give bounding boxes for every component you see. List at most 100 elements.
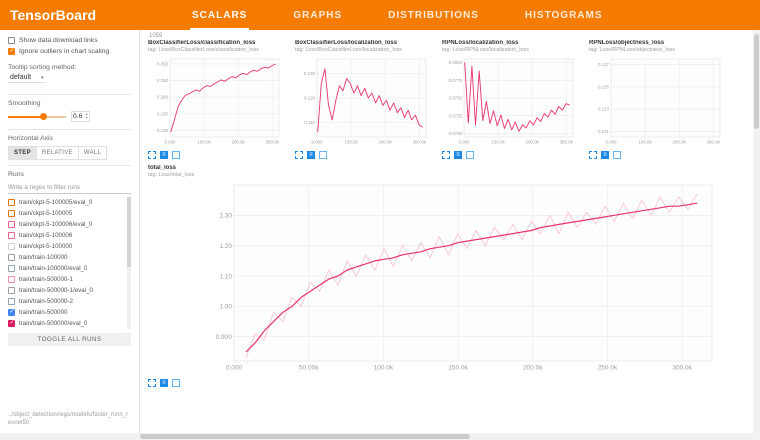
runs-scrollbar-thumb[interactable]: [127, 197, 131, 267]
svg-text:0.000: 0.000: [226, 365, 243, 372]
run-selector-icon[interactable]: ≡: [307, 151, 315, 159]
svg-text:1.00: 1.00: [219, 304, 232, 311]
svg-text:0.000: 0.000: [606, 139, 618, 144]
fit-domain-icon[interactable]: [466, 151, 474, 159]
horizontal-scrollbar-thumb[interactable]: [140, 434, 470, 439]
run-item[interactable]: train/ckpt-5-100005: [8, 208, 124, 219]
svg-text:0.127: 0.127: [598, 62, 610, 67]
rpn-localization-loss-chart[interactable]: 0.07000.07250.07500.07750.08000.000100.0…: [442, 55, 578, 149]
chart-tag: tag: Loss/RPNLoss/localization_loss: [442, 47, 580, 53]
chart-toolbar: ≡: [148, 151, 286, 159]
classification-loss-chart[interactable]: 0.1000.1500.2000.2500.3000.000100.0k200.…: [148, 55, 284, 149]
svg-text:0.100: 0.100: [157, 128, 169, 133]
svg-text:0.0750: 0.0750: [449, 95, 463, 100]
run-item[interactable]: train/ckpt-5-100000: [8, 241, 124, 252]
dropdown-caret-icon: ▾: [41, 75, 44, 81]
svg-text:0.150: 0.150: [157, 111, 169, 116]
tab-distributions[interactable]: DISTRIBUTIONS: [386, 1, 481, 30]
fit-domain-icon[interactable]: [319, 151, 327, 159]
svg-text:100.0k: 100.0k: [638, 139, 652, 144]
runs-list: train/ckpt-5-100005/eval_0 train/ckpt-5-…: [8, 197, 131, 329]
svg-text:0.300: 0.300: [157, 61, 169, 66]
fit-domain-icon[interactable]: [172, 379, 180, 387]
run-item[interactable]: train/train-100000: [8, 252, 124, 263]
run-checkbox-icon: [8, 232, 15, 239]
runs-filter-input[interactable]: [8, 182, 131, 194]
axis-relative-button[interactable]: RELATIVE: [36, 146, 79, 160]
run-checkbox-icon: [8, 287, 15, 294]
tab-scalars[interactable]: SCALARS: [190, 1, 249, 30]
run-item[interactable]: train/train-500000: [8, 307, 124, 318]
svg-text:100.0k: 100.0k: [197, 139, 211, 144]
chart-toolbar: ≡: [442, 151, 580, 159]
svg-text:300.0k: 300.0k: [266, 139, 280, 144]
run-item[interactable]: train/train-500000/eval_0: [8, 318, 124, 329]
svg-text:0.123: 0.123: [598, 106, 610, 111]
expand-chart-icon[interactable]: [148, 151, 156, 159]
svg-text:150.0k: 150.0k: [448, 365, 468, 372]
dashboard-note: 1059: [149, 33, 754, 39]
svg-text:0.0800: 0.0800: [449, 60, 463, 65]
run-item[interactable]: train/train-500000-2: [8, 296, 124, 307]
expand-chart-icon[interactable]: [589, 151, 597, 159]
tooltip-sorting-select[interactable]: default ▾: [8, 73, 46, 83]
expand-chart-icon[interactable]: [148, 379, 156, 387]
box-localization-loss-chart[interactable]: 0.1100.1200.1300.000100.0k200.0k300.0k: [295, 55, 431, 149]
tooltip-sorting-label: Tooltip sorting method:: [8, 64, 131, 71]
runs-scrollbar[interactable]: [127, 197, 131, 329]
svg-text:300.0k: 300.0k: [413, 139, 427, 144]
run-checkbox-icon: [8, 309, 15, 316]
chart-card-classification-loss: BoxClassifierLoss/classification_loss ta…: [148, 40, 286, 159]
run-checkbox-icon: [8, 210, 15, 217]
vertical-scrollbar-thumb[interactable]: [754, 34, 759, 129]
axis-step-button[interactable]: STEP: [8, 146, 37, 160]
toggle-all-runs-button[interactable]: TOGGLE ALL RUNS: [8, 333, 131, 346]
show-download-links-checkbox[interactable]: Show data download links: [8, 37, 131, 44]
run-item[interactable]: train/train-500000-1/eval_0: [8, 285, 124, 296]
run-selector-icon[interactable]: ≡: [160, 379, 168, 387]
chart-toolbar: ≡: [148, 379, 748, 387]
run-item[interactable]: train/ckpt-5-100006: [8, 230, 124, 241]
svg-text:0.000: 0.000: [459, 139, 471, 144]
run-selector-icon[interactable]: ≡: [454, 151, 462, 159]
chart-card-total-loss: total_loss tag: Loss/total_loss 0.9001.0…: [148, 165, 748, 388]
horizontal-scrollbar[interactable]: [0, 433, 760, 440]
smoothing-slider[interactable]: [8, 116, 66, 118]
run-selector-icon[interactable]: ≡: [160, 151, 168, 159]
run-checkbox-icon: [8, 276, 15, 283]
fit-domain-icon[interactable]: [613, 151, 621, 159]
chart-tag: tag: Loss/total_loss: [148, 172, 748, 178]
run-item[interactable]: train/train-100000/eval_0: [8, 263, 124, 274]
slider-thumb[interactable]: [40, 113, 47, 120]
ignore-outliers-checkbox[interactable]: Ignore outliers in chart scaling: [8, 48, 131, 55]
run-checkbox-icon: [8, 265, 15, 272]
expand-chart-icon[interactable]: [295, 151, 303, 159]
horizontal-axis-toggle: STEP RELATIVE WALL: [8, 146, 131, 160]
tab-histograms[interactable]: HISTOGRAMS: [523, 1, 605, 30]
svg-text:0.200: 0.200: [157, 94, 169, 99]
tab-graphs[interactable]: GRAPHS: [291, 1, 344, 30]
vertical-scrollbar[interactable]: [753, 30, 760, 440]
stepper-arrows-icon[interactable]: ▲▼: [85, 113, 88, 120]
smoothing-input[interactable]: [73, 113, 85, 120]
run-item[interactable]: train/ckpt-5-100006/eval_0: [8, 219, 124, 230]
run-checkbox-icon: [8, 199, 15, 206]
svg-text:0.250: 0.250: [157, 78, 169, 83]
axis-wall-button[interactable]: WALL: [78, 146, 107, 160]
scalars-dashboard: 1059 BoxClassifierLoss/classification_lo…: [140, 30, 760, 433]
run-selector-icon[interactable]: ≡: [601, 151, 609, 159]
total-loss-chart[interactable]: 0.9001.001.101.201.300.00050.00k100.0k15…: [204, 179, 724, 377]
runs-label: Runs: [8, 171, 131, 178]
run-item[interactable]: train/ckpt-5-100005/eval_0: [8, 197, 124, 208]
objectness-loss-chart[interactable]: 0.1210.1230.1250.1270.000100.0k200.0k300…: [589, 55, 725, 149]
horizontal-axis-label: Horizontal Axis: [8, 135, 131, 142]
chart-card-objectness-loss: RPNLoss/objectness_loss tag: Loss/RPNLos…: [589, 40, 727, 159]
expand-chart-icon[interactable]: [442, 151, 450, 159]
chart-tag: tag: Loss/BoxClassifierLoss/localization…: [295, 47, 433, 53]
run-item[interactable]: train/train-500000-1: [8, 274, 124, 285]
svg-text:0.0725: 0.0725: [449, 113, 463, 118]
fit-domain-icon[interactable]: [172, 151, 180, 159]
smoothing-value-box: ▲▼: [71, 111, 90, 122]
svg-text:0.900: 0.900: [216, 334, 233, 341]
checkbox-label: Show data download links: [19, 37, 98, 44]
